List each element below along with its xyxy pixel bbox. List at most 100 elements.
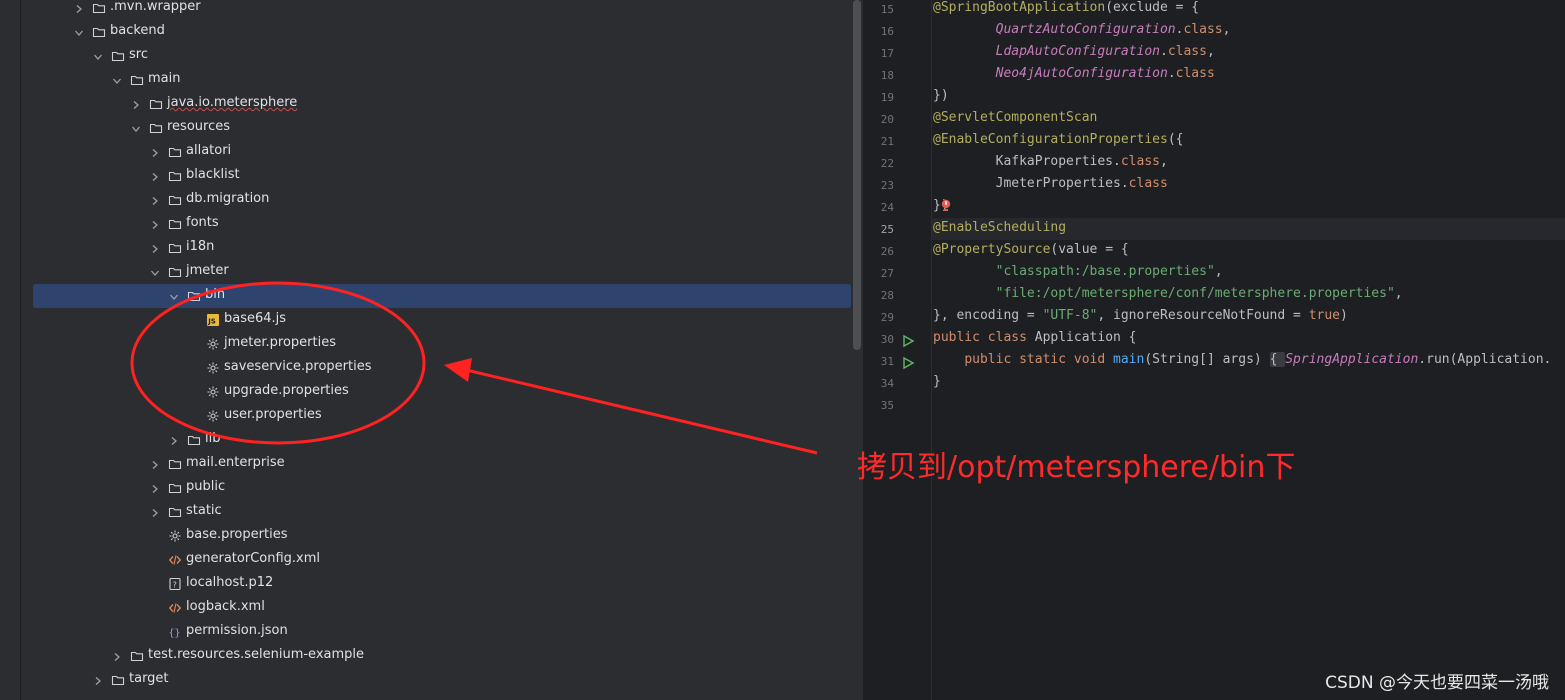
tree-item[interactable]: user.properties (0, 404, 852, 428)
chevron-right-icon[interactable] (169, 435, 179, 445)
tree-item-label: db.migration (186, 191, 270, 206)
code-token: "UTF-8" (1042, 308, 1098, 323)
code-token: LdapAutoConfiguration (995, 44, 1160, 59)
chevron-right-icon[interactable] (93, 675, 103, 685)
tree-item[interactable]: blacklist (0, 164, 852, 188)
chevron-right-icon[interactable] (150, 147, 160, 157)
code-token: , (1222, 22, 1231, 37)
code-token: Neo4jAutoConfiguration (995, 66, 1168, 81)
tree-item[interactable]: test.resources.selenium-example (0, 644, 852, 668)
tree-item[interactable]: jmeter (0, 260, 852, 284)
run-gutter-icon[interactable] (901, 355, 915, 370)
chevron-right-icon[interactable] (150, 507, 160, 517)
line-number: 21 (880, 135, 894, 148)
line-number: 17 (880, 47, 894, 60)
tree-item[interactable]: fonts (0, 212, 852, 236)
chevron-right-icon[interactable] (150, 459, 160, 469)
folder-icon (168, 217, 182, 231)
tree-item[interactable]: main (0, 68, 852, 92)
code-editor[interactable]: 15 16 17 18 19 20 21 22 23 24 25 26 27 28 29 30 31 34 35 @… (863, 0, 1565, 700)
code-token: JmeterProperties. (933, 176, 1129, 191)
code-token: (value = { (1050, 242, 1129, 257)
folder-icon (168, 265, 182, 279)
folder-icon (168, 457, 182, 471)
code-token: Application { (1034, 330, 1137, 345)
code-line: LdapAutoConfiguration.class, (933, 44, 1215, 59)
folder-icon (168, 193, 182, 207)
folder-icon (168, 481, 182, 495)
tree-item[interactable]: saveservice.properties (0, 356, 852, 380)
folder-icon (111, 673, 125, 687)
tree-item[interactable]: backend (0, 20, 852, 44)
tree-item[interactable]: lib (0, 428, 852, 452)
chevron-right-icon[interactable] (150, 243, 160, 253)
code-line: }) (933, 88, 949, 103)
tree-item[interactable]: JS base64.js (0, 308, 852, 332)
chevron-right-icon[interactable] (150, 483, 160, 493)
line-number: 30 (880, 333, 894, 346)
chevron-right-icon[interactable] (150, 219, 160, 229)
tree-item[interactable]: jmeter.properties (0, 332, 852, 356)
chevron-right-icon[interactable] (74, 3, 84, 13)
tree-item[interactable]: logback.xml (0, 596, 852, 620)
chevron-right-icon[interactable] (150, 195, 160, 205)
chevron-right-icon[interactable] (150, 171, 160, 181)
tree-item[interactable]: ? localhost.p12 (0, 572, 852, 596)
line-number: 19 (880, 91, 894, 104)
tree-item-label: base.properties (186, 527, 288, 542)
tree-item-label: logback.xml (186, 599, 265, 614)
chevron-down-icon[interactable] (74, 27, 84, 37)
tree-item-label: upgrade.properties (224, 383, 349, 398)
tree-item[interactable]: base.properties (0, 524, 852, 548)
tree-item-label: src (129, 47, 148, 62)
line-number: 16 (880, 25, 894, 38)
code-token: . (1167, 66, 1176, 81)
tree-item[interactable]: generatorConfig.xml (0, 548, 852, 572)
code-line: }, encoding = "UTF-8", ignoreResourceNot… (933, 308, 1348, 323)
tree-item[interactable]: db.migration (0, 188, 852, 212)
tree-item[interactable]: mail.enterprise (0, 452, 852, 476)
code-token: }) (933, 88, 949, 103)
code-token: (String[] args) (1144, 352, 1270, 367)
gear-file-icon (206, 337, 220, 351)
tree-item[interactable]: src (0, 44, 852, 68)
error-bulb-icon[interactable] (940, 198, 952, 217)
chevron-down-icon[interactable] (169, 291, 179, 301)
gear-file-icon (206, 385, 220, 399)
tree-item[interactable]: static (0, 500, 852, 524)
tree-item[interactable]: resources (0, 116, 852, 140)
project-tree: .mvn.wrapper backend src main java.io.meters… (0, 0, 852, 700)
code-line: public class Application { (933, 330, 1137, 345)
chevron-right-icon[interactable] (131, 99, 141, 109)
tree-item[interactable]: bin (33, 284, 851, 308)
tree-item[interactable]: {} permission.json (0, 620, 852, 644)
code-token: . (1160, 44, 1168, 59)
chevron-right-icon[interactable] (112, 651, 122, 661)
code-token: true (1308, 308, 1341, 323)
tree-item-label: saveservice.properties (224, 359, 372, 374)
run-gutter-icon[interactable] (901, 333, 915, 348)
tree-item[interactable]: java.io.metersphere (0, 92, 852, 116)
chevron-down-icon[interactable] (112, 75, 122, 85)
tree-item[interactable]: target (0, 668, 852, 692)
code-token: @EnableConfigurationProperties (933, 132, 1168, 147)
tree-item[interactable]: public (0, 476, 852, 500)
chevron-down-icon[interactable] (131, 123, 141, 133)
tree-item[interactable]: .mvn.wrapper (0, 0, 852, 20)
project-scrollbar[interactable] (853, 0, 861, 350)
tree-item[interactable]: i18n (0, 236, 852, 260)
tree-item-label: fonts (186, 215, 219, 230)
project-panel: .mvn.wrapper backend src main java.io.meters… (0, 0, 863, 700)
tree-item-label: bin (205, 287, 226, 302)
folder-icon (130, 649, 144, 663)
code-line: Neo4jAutoConfiguration.class (933, 66, 1215, 81)
tree-item[interactable]: allatori (0, 140, 852, 164)
code-line: @EnableScheduling (933, 220, 1066, 235)
code-token: class (1128, 176, 1168, 191)
code-token: { (1269, 352, 1286, 367)
tree-item[interactable]: upgrade.properties (0, 380, 852, 404)
xml-file-icon (168, 601, 182, 615)
chevron-down-icon[interactable] (93, 51, 103, 61)
chevron-down-icon[interactable] (150, 267, 160, 277)
